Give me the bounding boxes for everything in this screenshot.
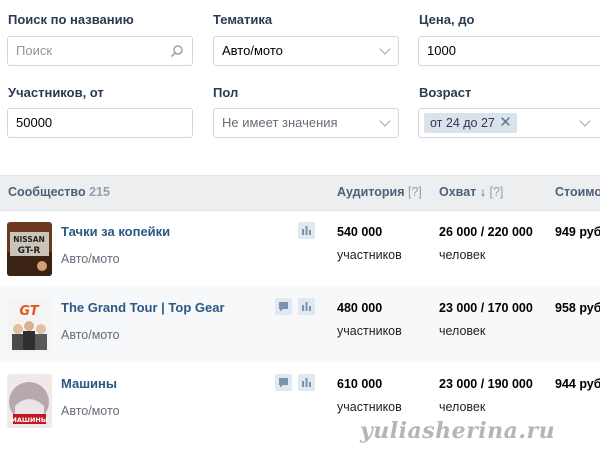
price-label: Цена, до — [419, 12, 475, 27]
age-label: Возраст — [419, 85, 472, 100]
members-value: 50000 — [16, 115, 53, 130]
topic-select[interactable]: Авто/мото — [213, 36, 399, 66]
filters-panel: Поиск по названию Поиск Тематика Авто/мо… — [0, 0, 600, 150]
audience-hint[interactable]: [?] — [408, 185, 422, 199]
col-audience[interactable]: Аудитория [?] — [337, 176, 422, 208]
stats-button[interactable] — [298, 298, 315, 315]
chevron-down-icon — [379, 115, 391, 127]
age-select[interactable]: от 24 до 27 ✕ — [418, 108, 600, 138]
age-tag: от 24 до 27 ✕ — [424, 113, 517, 133]
reach-hint[interactable]: [?] — [489, 185, 503, 199]
community-count: 215 — [89, 185, 110, 199]
cost-value: 944 руб. — [555, 377, 600, 391]
audience-unit: участников — [337, 248, 402, 262]
reach-value: 23 000 / 170 000 — [439, 301, 533, 315]
message-button[interactable] — [275, 298, 292, 315]
bar-chart-icon — [302, 378, 311, 387]
reach-unit: человек — [439, 324, 486, 338]
avatar-text: GT-R — [18, 246, 41, 256]
gender-value: Не имеет значения — [222, 115, 338, 130]
avatar-text: NISSAN — [13, 235, 45, 244]
reach-unit: человек — [439, 248, 486, 262]
close-icon[interactable]: ✕ — [499, 113, 512, 133]
stats-button[interactable] — [298, 374, 315, 391]
avatar[interactable]: GT — [7, 298, 52, 352]
col-cost[interactable]: Стоимос — [555, 176, 600, 208]
reach-value: 23 000 / 190 000 — [439, 377, 533, 391]
audience-unit: участников — [337, 400, 402, 414]
price-input[interactable]: 1000 — [418, 36, 600, 66]
chevron-down-icon — [579, 115, 591, 127]
gender-label: Пол — [213, 85, 239, 100]
members-label: Участников, от — [8, 85, 104, 100]
cost-value: 958 руб. — [555, 301, 600, 315]
topic-label: Тематика — [213, 12, 273, 27]
community-name[interactable]: Тачки за копейки — [61, 224, 170, 239]
community-category: Авто/мото — [61, 404, 120, 418]
gender-select[interactable]: Не имеет значения — [213, 108, 399, 138]
col-community[interactable]: Сообщество 215 — [8, 176, 110, 208]
age-tag-label: от 24 до 27 — [430, 116, 495, 130]
community-name[interactable]: Машины — [61, 376, 117, 391]
table-row[interactable]: GT The Grand Tour | Top Gear Авто/мото 4… — [0, 286, 600, 362]
community-category: Авто/мото — [61, 252, 120, 266]
search-placeholder: Поиск — [16, 43, 53, 58]
price-value: 1000 — [427, 43, 456, 58]
avatar-text: МАШИНЫ — [10, 416, 47, 424]
chat-icon — [279, 302, 288, 312]
reach-unit: человек — [439, 400, 486, 414]
audience-unit: участников — [337, 324, 402, 338]
community-category: Авто/мото — [61, 328, 120, 342]
chat-icon — [279, 378, 288, 388]
message-button[interactable] — [275, 374, 292, 391]
reach-value: 26 000 / 220 000 — [439, 225, 533, 239]
search-label: Поиск по названию — [8, 12, 134, 27]
community-name[interactable]: The Grand Tour | Top Gear — [61, 300, 225, 315]
watermark: yuliasherina.ru — [360, 418, 556, 444]
col-reach[interactable]: Охват ↓ [?] — [439, 176, 503, 208]
avatar[interactable]: МАШИНЫ — [7, 374, 52, 428]
avatar-text: GT — [19, 304, 39, 319]
cost-value: 949 руб. — [555, 225, 600, 239]
table-header: Сообщество 215 Аудитория [?] Охват ↓ [?]… — [0, 175, 600, 211]
search-icon — [170, 45, 183, 58]
audience-value: 540 000 — [337, 225, 383, 239]
topic-value: Авто/мото — [222, 43, 283, 58]
members-input[interactable]: 50000 — [7, 108, 193, 138]
avatar[interactable]: NISSAN GT-R — [7, 222, 52, 276]
bar-chart-icon — [302, 226, 311, 235]
audience-value: 610 000 — [337, 377, 383, 391]
chevron-down-icon — [379, 43, 391, 55]
bar-chart-icon — [302, 302, 311, 311]
stats-button[interactable] — [298, 222, 315, 239]
search-input[interactable]: Поиск — [7, 36, 193, 66]
table-row[interactable]: NISSAN GT-R Тачки за копейки Авто/мото 5… — [0, 210, 600, 286]
audience-value: 480 000 — [337, 301, 383, 315]
